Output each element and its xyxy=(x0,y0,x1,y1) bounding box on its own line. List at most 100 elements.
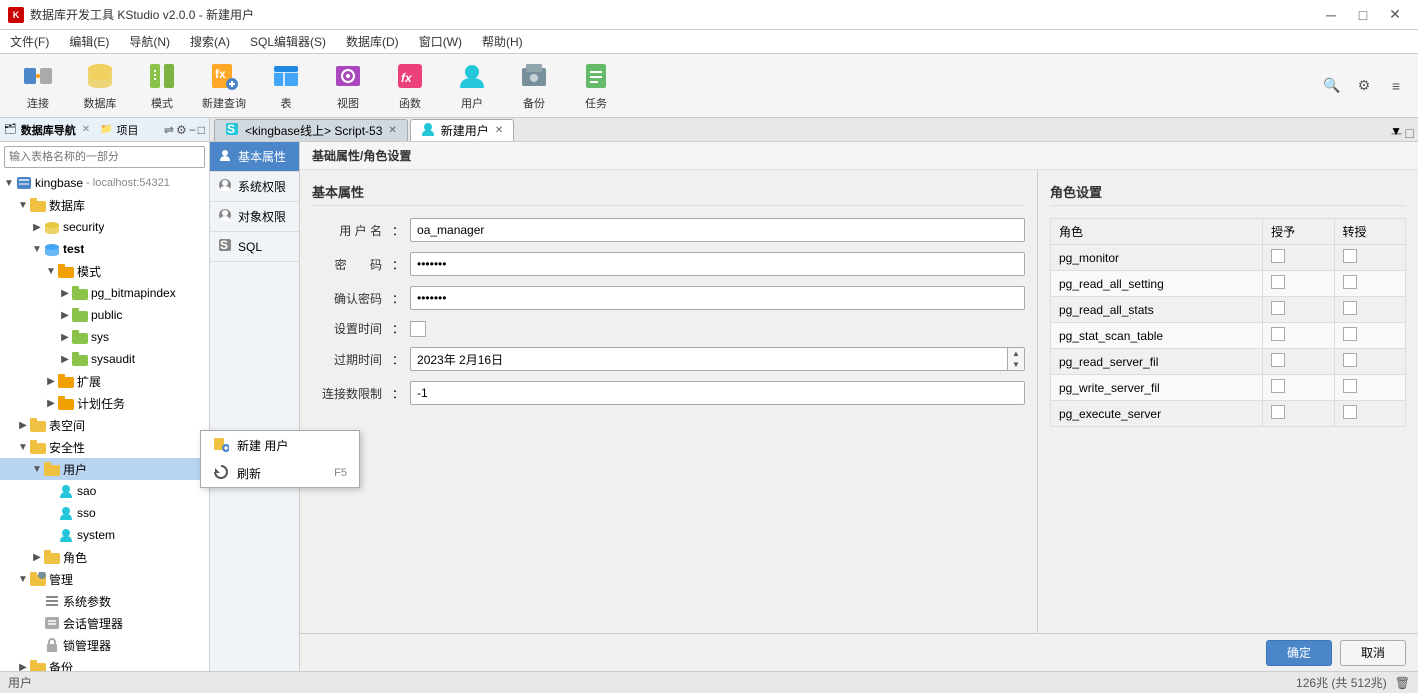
expire-time-input[interactable] xyxy=(411,352,1007,366)
with-grant-check-pg-monitor[interactable] xyxy=(1343,249,1357,263)
maximize-button[interactable]: □ xyxy=(1348,5,1378,25)
tree-item-sys-params[interactable]: ▶ 系统参数 xyxy=(0,590,209,612)
menu-help[interactable]: 帮助(H) xyxy=(472,31,533,52)
tree-item-extensions[interactable]: ▶ 扩展 xyxy=(0,370,209,392)
with-grant-check-pg-execute-server[interactable] xyxy=(1343,405,1357,419)
password-input[interactable] xyxy=(410,252,1025,276)
with-grant-check-pg-read-all-setting[interactable] xyxy=(1343,275,1357,289)
menu-window[interactable]: 窗口(W) xyxy=(409,31,472,52)
trash-icon[interactable]: 🗑 xyxy=(1395,676,1410,690)
with-grant-check-pg-write-server-fil[interactable] xyxy=(1343,379,1357,393)
search-toolbar-button[interactable]: 🔍 xyxy=(1318,72,1346,100)
tab-new-user[interactable]: 新建用户 ✕ xyxy=(410,119,514,141)
tree-toggle-tablespace[interactable]: ▶ xyxy=(16,418,30,432)
tree-toggle-pg-bitmapindex[interactable]: ▶ xyxy=(58,286,72,300)
toolbar-mode[interactable]: 模式 xyxy=(132,59,192,113)
tree-item-session-mgr[interactable]: ▶ 会话管理器 xyxy=(0,612,209,634)
tree-item-schemas[interactable]: ▼ 模式 xyxy=(0,260,209,282)
toolbar-view[interactable]: 视图 xyxy=(318,59,378,113)
tree-item-users[interactable]: ▼ 用户 xyxy=(0,458,209,480)
grant-check-pg-read-server-fil[interactable] xyxy=(1271,353,1285,367)
conn-limit-input[interactable] xyxy=(410,381,1025,405)
tab-bar-maximize[interactable]: □ xyxy=(1406,125,1414,141)
tree-item-kingbase[interactable]: ▼ kingbase - localhost:54321 xyxy=(0,172,209,194)
tree-item-public[interactable]: ▶ public xyxy=(0,304,209,326)
tree-toggle-sys[interactable]: ▶ xyxy=(58,330,72,344)
toolbar-table[interactable]: 表 xyxy=(256,59,316,113)
sidebar-config-btn[interactable]: ⚙ xyxy=(176,123,187,137)
grant-check-pg-write-server-fil[interactable] xyxy=(1271,379,1285,393)
with-grant-check-pg-read-server-fil[interactable] xyxy=(1343,353,1357,367)
grant-check-pg-execute-server[interactable] xyxy=(1271,405,1285,419)
tab-script53[interactable]: S <kingbase线上> Script-53 ✕ xyxy=(214,119,408,141)
expire-time-up[interactable]: ▲ xyxy=(1008,348,1024,359)
more-toolbar-button[interactable]: ≡ xyxy=(1382,72,1410,100)
with-grant-check-pg-stat-scan-table[interactable] xyxy=(1343,327,1357,341)
set-time-checkbox[interactable] xyxy=(410,321,426,337)
tree-toggle-backup-node[interactable]: ▶ xyxy=(16,660,30,671)
menu-edit[interactable]: 编辑(E) xyxy=(59,31,119,52)
menu-nav[interactable]: 导航(N) xyxy=(119,31,180,52)
tree-item-sso[interactable]: ▶ sso xyxy=(0,502,209,524)
tree-item-system[interactable]: ▶ system xyxy=(0,524,209,546)
tree-item-sysaudit[interactable]: ▶ sysaudit xyxy=(0,348,209,370)
sidebar-search-input[interactable] xyxy=(4,146,205,168)
expire-time-down[interactable]: ▼ xyxy=(1008,359,1024,370)
minimize-button[interactable]: ─ xyxy=(1316,5,1346,25)
tree-item-sao[interactable]: ▶ sao xyxy=(0,480,209,502)
form-nav-obj-perms[interactable]: 对象权限 xyxy=(210,202,299,232)
username-input[interactable] xyxy=(410,218,1025,242)
tree-toggle-roles[interactable]: ▶ xyxy=(30,550,44,564)
toolbar-func[interactable]: fx 函数 xyxy=(380,59,440,113)
tree-item-backup-node[interactable]: ▶ 备份 xyxy=(0,656,209,671)
confirm-pwd-input[interactable] xyxy=(410,286,1025,310)
tree-toggle-databases[interactable]: ▼ xyxy=(16,198,30,212)
menu-file[interactable]: 文件(F) xyxy=(0,31,59,52)
tree-item-management[interactable]: ▼ 管理 xyxy=(0,568,209,590)
grant-check-pg-read-all-stats[interactable] xyxy=(1271,301,1285,315)
tree-item-schedule[interactable]: ▶ 计划任务 xyxy=(0,392,209,414)
tree-item-roles[interactable]: ▶ 角色 xyxy=(0,546,209,568)
context-menu-refresh[interactable]: 刷新 F5 xyxy=(201,459,359,487)
form-nav-sql[interactable]: S SQL xyxy=(210,232,299,262)
tree-toggle-management[interactable]: ▼ xyxy=(16,572,30,586)
tree-toggle-schedule[interactable]: ▶ xyxy=(44,396,58,410)
grant-check-pg-stat-scan-table[interactable] xyxy=(1271,327,1285,341)
sidebar-sync-btn[interactable]: ⇌ xyxy=(164,123,174,137)
tree-item-pg-bitmapindex[interactable]: ▶ pg_bitmapindex xyxy=(0,282,209,304)
tree-toggle-security[interactable]: ▶ xyxy=(30,220,44,234)
tab-new-user-close[interactable]: ✕ xyxy=(495,125,503,136)
tree-toggle-kingbase[interactable]: ▼ xyxy=(2,176,16,190)
sidebar-expand-btn[interactable]: □ xyxy=(198,123,205,137)
form-nav-sys-perms[interactable]: 系统权限 xyxy=(210,172,299,202)
tree-toggle-schemas[interactable]: ▼ xyxy=(44,264,58,278)
cancel-button[interactable]: 取消 xyxy=(1340,640,1406,666)
tree-toggle-extensions[interactable]: ▶ xyxy=(44,374,58,388)
tree-item-tablespace[interactable]: ▶ 表空间 xyxy=(0,414,209,436)
sidebar-close-btn[interactable]: ✕ xyxy=(82,124,90,135)
close-button[interactable]: ✕ xyxy=(1380,5,1410,25)
menu-database[interactable]: 数据库(D) xyxy=(336,31,409,52)
grant-check-pg-monitor[interactable] xyxy=(1271,249,1285,263)
filter-icon[interactable]: ▼ xyxy=(1390,124,1402,138)
tree-toggle-test[interactable]: ▼ xyxy=(30,242,44,256)
toolbar-user[interactable]: 用户 xyxy=(442,59,502,113)
tree-item-sys[interactable]: ▶ sys xyxy=(0,326,209,348)
tree-toggle-sysaudit[interactable]: ▶ xyxy=(58,352,72,366)
tree-toggle-users[interactable]: ▼ xyxy=(30,462,44,476)
sidebar-collapse-btn[interactable]: − xyxy=(189,123,196,137)
tree-item-lock-mgr[interactable]: ▶ 锁管理器 xyxy=(0,634,209,656)
settings-toolbar-button[interactable]: ⚙ xyxy=(1350,72,1378,100)
grant-check-pg-read-all-setting[interactable] xyxy=(1271,275,1285,289)
menu-search[interactable]: 搜索(A) xyxy=(180,31,240,52)
tab-script53-close[interactable]: ✕ xyxy=(388,125,396,136)
toolbar-task[interactable]: 任务 xyxy=(566,59,626,113)
toolbar-new-query[interactable]: fx 新建查询 xyxy=(194,59,254,113)
tree-item-test[interactable]: ▼ test xyxy=(0,238,209,260)
menu-sql-editor[interactable]: SQL编辑器(S) xyxy=(240,31,336,52)
tree-item-databases[interactable]: ▼ 数据库 xyxy=(0,194,209,216)
context-menu-new-user[interactable]: 新建 用户 xyxy=(201,431,359,459)
tree-item-security-node[interactable]: ▼ 安全性 xyxy=(0,436,209,458)
tree-toggle-security-node[interactable]: ▼ xyxy=(16,440,30,454)
toolbar-database[interactable]: 数据库 xyxy=(70,59,130,113)
